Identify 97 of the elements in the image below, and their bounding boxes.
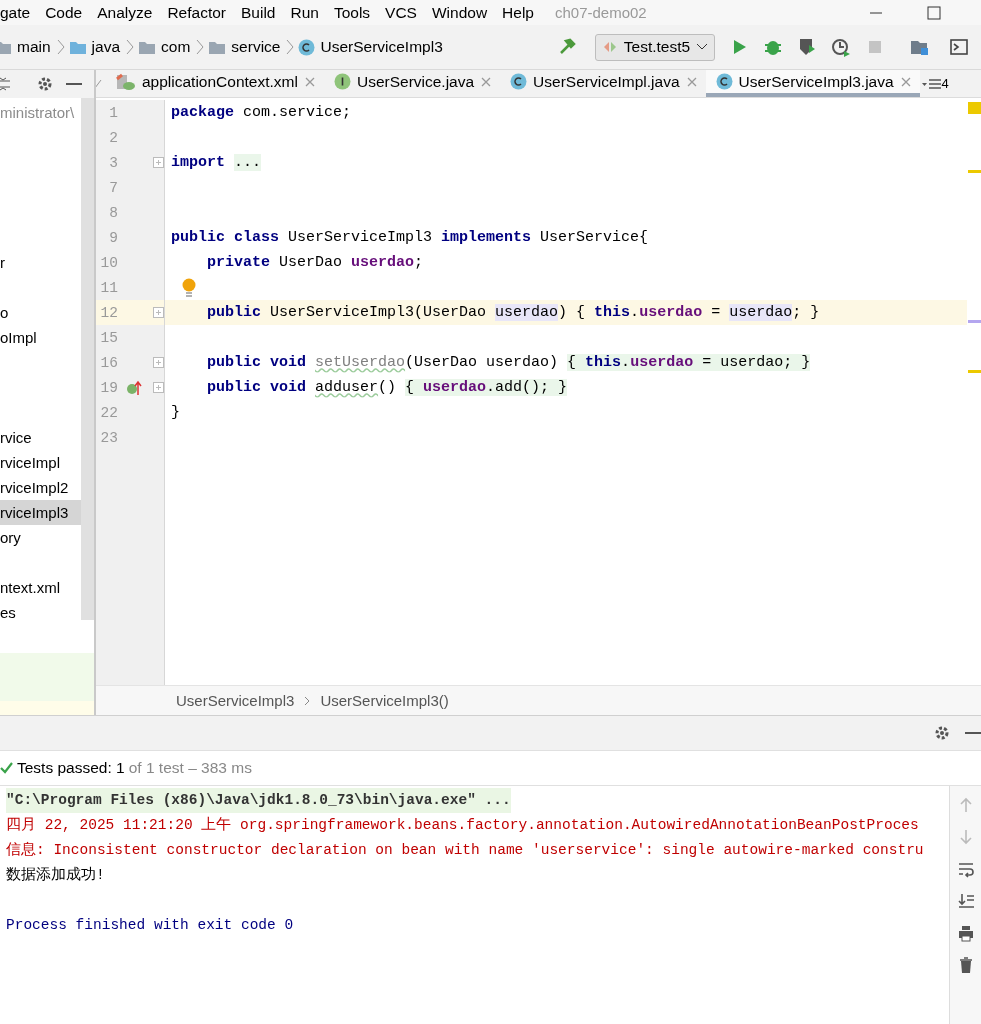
line-number: 11	[99, 279, 118, 296]
implements-icon[interactable]	[126, 379, 142, 396]
tree-item[interactable]: o	[0, 300, 81, 325]
menu-item[interactable]: Build	[241, 3, 283, 22]
line-number: 16	[99, 354, 118, 371]
line-number: 1	[108, 104, 118, 121]
folder-icon	[208, 39, 227, 55]
console-line: Process finished with exit code 0	[6, 916, 294, 935]
folder-icon	[138, 39, 157, 55]
chevron-icon	[196, 39, 205, 55]
profiler-icon[interactable]	[831, 37, 852, 57]
menu-item[interactable]: Window	[431, 3, 495, 22]
line-number: 10	[99, 254, 118, 271]
chevron-icon	[286, 39, 295, 55]
line-number: 12	[99, 304, 118, 321]
class-icon	[715, 73, 733, 90]
nav-crumb[interactable]: UserServiceImpl3	[298, 38, 443, 56]
tree-item[interactable]: es	[0, 600, 81, 625]
tree-item[interactable]: ory	[0, 525, 81, 550]
tree-item[interactable]: rvice	[0, 425, 81, 450]
editor-tab[interactable]: applicationContext.xml	[104, 70, 324, 97]
code-line: private UserDao userdao;	[206, 254, 424, 271]
class-icon	[510, 73, 528, 90]
menu-item[interactable]: gate	[0, 3, 38, 22]
code-line: public void setUserdao(UserDao userdao) { this.userdao = userdao; }	[206, 354, 811, 371]
line-number: 19	[99, 379, 118, 396]
test-detail: of 1 test – 383 ms	[128, 759, 252, 777]
editor-tab[interactable]: UserServiceImpl.java	[500, 70, 706, 97]
code-line: package com.service;	[171, 104, 352, 121]
line-number: 2	[108, 129, 118, 146]
print-icon[interactable]	[956, 924, 975, 942]
tree-item[interactable]: ntext.xml	[0, 575, 81, 600]
nav-crumb[interactable]: main	[0, 38, 51, 56]
fold-icon[interactable]	[153, 382, 164, 393]
console-line: 信息: Inconsistent constructor declaration on bean with name 'userservice': single autowire-marked constru	[6, 841, 924, 860]
menu-item[interactable]: Tools	[333, 3, 378, 22]
interface-icon	[333, 73, 351, 90]
tab-list-icon[interactable]	[921, 77, 942, 90]
xml-file-icon	[114, 72, 136, 91]
scrollbar[interactable]	[81, 98, 94, 620]
menu-item[interactable]: Refactor	[167, 3, 233, 22]
maximize-icon[interactable]	[927, 5, 941, 20]
nav-crumb[interactable]: java	[68, 38, 121, 56]
editor-tab[interactable]: UserServiceImpl3.java	[705, 70, 920, 97]
code-line: import ...	[171, 154, 262, 171]
menu-item[interactable]: Analyze	[97, 3, 160, 22]
menu-item[interactable]: VCS	[385, 3, 424, 22]
line-number: 7	[108, 179, 118, 196]
console-line: 四月 22, 2025 11:21:20 上午 org.springframework.beans.factory.annotation.AutowiredAnnotationBeanPostProces	[6, 815, 919, 835]
tree-item[interactable]: rviceImpl	[0, 450, 81, 475]
menu-item[interactable]: Help	[502, 3, 541, 22]
breadcrumb[interactable]: UserServiceImpl3	[176, 692, 295, 709]
tree-item[interactable]: r	[0, 250, 81, 275]
wrap-icon[interactable]	[956, 860, 975, 878]
line-number: 8	[108, 204, 118, 221]
line-number: 22	[99, 404, 118, 421]
console-line: 数据添加成功!	[6, 865, 105, 885]
class-icon	[298, 38, 316, 56]
chevron-icon	[126, 39, 135, 55]
fold-icon[interactable]	[153, 157, 164, 168]
breadcrumb[interactable]: UserServiceImpl3()	[320, 692, 449, 709]
folder-icon	[68, 39, 87, 55]
folder-icon	[0, 39, 12, 55]
code-line: }	[171, 404, 180, 421]
tree-item[interactable]: oImpl	[0, 325, 81, 350]
collapse-icon[interactable]	[0, 76, 10, 92]
scroll-to-end-icon[interactable]	[956, 892, 975, 910]
minimize-icon[interactable]	[66, 82, 82, 86]
terminal-icon[interactable]	[949, 37, 970, 57]
caret-icon	[696, 43, 709, 51]
code-line: public void adduser() { userdao.add(); }	[206, 379, 568, 396]
run-config-dropdown[interactable]: Test.test5	[594, 33, 716, 61]
chevron-icon	[56, 39, 65, 55]
editor-tab[interactable]: UserService.java	[323, 70, 501, 97]
menu-item[interactable]: Run	[290, 3, 326, 22]
line-number: 15	[99, 329, 118, 346]
tree-item[interactable]: rviceImpl3	[0, 500, 81, 525]
line-number: 3	[108, 154, 118, 171]
line-number: 9	[108, 229, 118, 246]
menu-item[interactable]: Code	[45, 3, 90, 22]
line-number: 23	[99, 429, 118, 446]
test-status: Tests passed: 1	[17, 759, 125, 777]
tree-item[interactable]: ministrator\	[0, 100, 81, 125]
tab-count: 4	[941, 76, 949, 91]
nav-crumb[interactable]: service	[208, 38, 281, 56]
fold-icon[interactable]	[153, 357, 164, 368]
nav-crumb[interactable]: com	[138, 38, 191, 56]
tree-item[interactable]: rviceImpl2	[0, 475, 81, 500]
bulb-icon[interactable]	[181, 277, 197, 298]
minimize-icon[interactable]	[965, 731, 981, 735]
project-title: ch07-demo02	[555, 4, 648, 21]
chevron-icon	[304, 695, 311, 706]
code-line: public UserServiceImpl3(UserDao userdao) { this.userdao = userdao; }	[206, 304, 820, 321]
fold-icon[interactable]	[153, 307, 164, 318]
settings-icon[interactable]	[36, 75, 54, 93]
code-line: public class UserServiceImpl3 implements UserService{	[171, 229, 649, 246]
settings-icon[interactable]	[933, 724, 951, 742]
